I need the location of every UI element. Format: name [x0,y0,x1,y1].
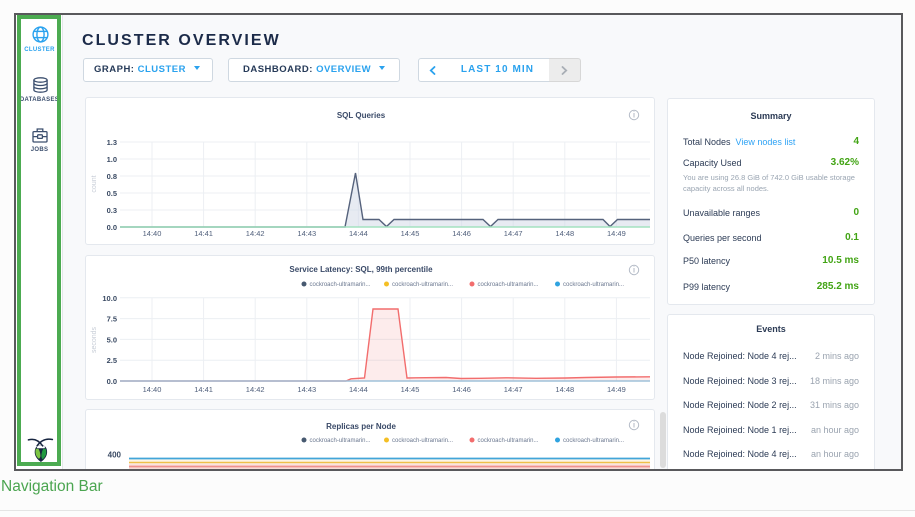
svg-text:14:47: 14:47 [504,229,523,238]
svg-text:cockroach-ultramarin...: cockroach-ultramarin... [310,282,371,288]
svg-text:0.0: 0.0 [107,377,117,386]
svg-text:0.8: 0.8 [107,172,117,181]
svg-text:14:48: 14:48 [555,229,574,238]
svg-text:0.0: 0.0 [107,223,117,232]
svg-text:0.3: 0.3 [107,206,117,215]
svg-text:cockroach-ultramarin...: cockroach-ultramarin... [563,438,624,444]
svg-text:count: count [91,175,98,192]
svg-text:cockroach-ultramarin...: cockroach-ultramarin... [392,282,453,288]
svg-text:7.5: 7.5 [107,315,117,324]
svg-text:cockroach-ultramarin...: cockroach-ultramarin... [310,438,371,444]
svg-text:14:49: 14:49 [607,385,626,394]
svg-text:14:41: 14:41 [194,229,213,238]
svg-text:seconds: seconds [91,326,98,353]
svg-text:14:45: 14:45 [401,385,420,394]
svg-text:10.0: 10.0 [102,294,117,303]
svg-text:14:45: 14:45 [401,229,420,238]
svg-text:14:46: 14:46 [452,385,471,394]
svg-text:1.0: 1.0 [107,155,117,164]
svg-text:14:43: 14:43 [297,229,316,238]
svg-text:cockroach-ultramarin...: cockroach-ultramarin... [478,438,539,444]
svg-text:14:47: 14:47 [504,385,523,394]
svg-text:14:44: 14:44 [349,229,368,238]
svg-text:cockroach-ultramarin...: cockroach-ultramarin... [563,282,624,288]
svg-text:14:46: 14:46 [452,229,471,238]
svg-text:cockroach-ultramarin...: cockroach-ultramarin... [478,282,539,288]
svg-text:0.5: 0.5 [107,189,117,198]
svg-text:14:40: 14:40 [143,229,162,238]
svg-text:400: 400 [108,451,122,460]
svg-text:14:40: 14:40 [143,385,162,394]
svg-text:2.5: 2.5 [107,356,117,365]
svg-text:14:43: 14:43 [297,385,316,394]
svg-text:14:42: 14:42 [246,385,265,394]
svg-text:14:49: 14:49 [607,229,626,238]
svg-text:1.3: 1.3 [107,138,117,147]
svg-text:14:42: 14:42 [246,229,265,238]
svg-text:14:48: 14:48 [555,385,574,394]
svg-text:5.0: 5.0 [107,335,117,344]
svg-text:cockroach-ultramarin...: cockroach-ultramarin... [392,438,453,444]
svg-text:14:44: 14:44 [349,385,368,394]
svg-text:14:41: 14:41 [194,385,213,394]
